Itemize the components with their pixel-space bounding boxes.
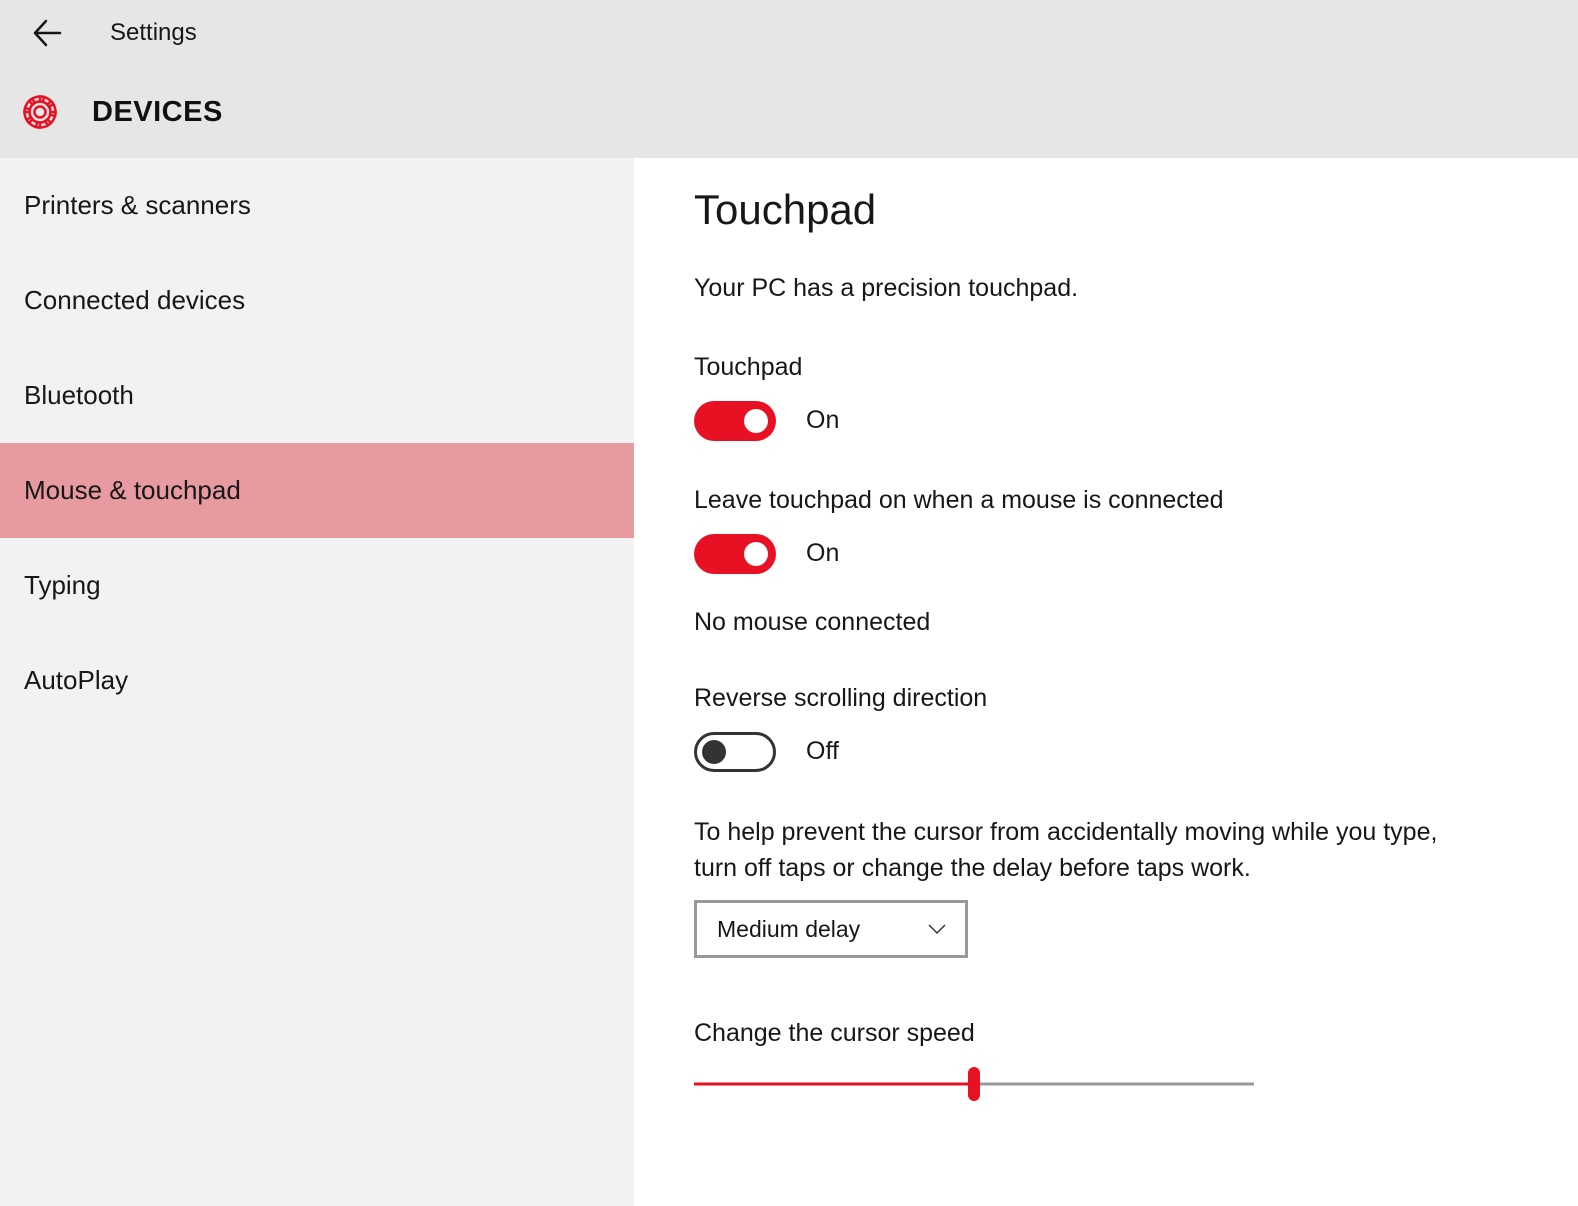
cursor-speed-slider[interactable]: [694, 1069, 1254, 1099]
touchpad-toggle[interactable]: [694, 401, 776, 441]
tap-delay-dropdown[interactable]: Medium delay: [694, 900, 968, 958]
slider-rest: [974, 1083, 1254, 1086]
sidebar-item-autoplay[interactable]: AutoPlay: [0, 633, 634, 728]
reverse-scroll-toggle-status: Off: [806, 737, 839, 766]
gear-icon: [18, 90, 62, 134]
app-title: Settings: [110, 19, 197, 47]
sidebar-item-printers[interactable]: Printers & scanners: [0, 158, 634, 253]
tap-delay-selected-value: Medium delay: [717, 916, 860, 943]
touchpad-toggle-label: Touchpad: [694, 350, 1438, 385]
touchpad-toggle-status: On: [806, 406, 839, 435]
reverse-scroll-label: Reverse scrolling direction: [694, 681, 1438, 716]
back-arrow-icon[interactable]: [30, 16, 64, 50]
slider-fill: [694, 1083, 974, 1086]
leave-on-toggle-row: On: [694, 534, 1438, 574]
slider-thumb[interactable]: [968, 1067, 980, 1101]
reverse-scroll-toggle-row: Off: [694, 732, 1438, 772]
mouse-status-text: No mouse connected: [694, 608, 1438, 637]
main-content: Touchpad Your PC has a precision touchpa…: [634, 158, 1578, 1206]
sidebar-item-label: Typing: [24, 570, 101, 601]
sidebar: Printers & scanners Connected devices Bl…: [0, 158, 634, 1206]
header-top-bar: Settings: [0, 0, 1578, 66]
cursor-speed-label: Change the cursor speed: [694, 1016, 1438, 1051]
sidebar-item-typing[interactable]: Typing: [0, 538, 634, 633]
leave-on-toggle-label: Leave touchpad on when a mouse is connec…: [694, 483, 1438, 518]
sidebar-item-label: Printers & scanners: [24, 190, 251, 221]
sidebar-item-label: Mouse & touchpad: [24, 475, 241, 506]
chevron-down-icon: [927, 923, 947, 935]
sidebar-item-connected-devices[interactable]: Connected devices: [0, 253, 634, 348]
sidebar-item-mouse-touchpad[interactable]: Mouse & touchpad: [0, 443, 634, 538]
toggle-knob: [702, 740, 726, 764]
leave-on-toggle-status: On: [806, 539, 839, 568]
tap-delay-help-text: To help prevent the cursor from accident…: [694, 814, 1438, 887]
toggle-knob: [744, 409, 768, 433]
sidebar-item-label: Bluetooth: [24, 380, 134, 411]
sidebar-item-bluetooth[interactable]: Bluetooth: [0, 348, 634, 443]
leave-on-toggle[interactable]: [694, 534, 776, 574]
settings-header: Settings DEVICES: [0, 0, 1578, 158]
page-subtitle: Your PC has a precision touchpad.: [694, 272, 1438, 306]
touchpad-toggle-row: On: [694, 401, 1438, 441]
page-title: Touchpad: [694, 186, 1438, 234]
sidebar-item-label: Connected devices: [24, 285, 245, 316]
category-title: DEVICES: [92, 96, 223, 129]
reverse-scroll-toggle[interactable]: [694, 732, 776, 772]
body: Printers & scanners Connected devices Bl…: [0, 158, 1578, 1206]
sidebar-item-label: AutoPlay: [24, 665, 128, 696]
header-category-bar: DEVICES: [0, 66, 1578, 158]
toggle-knob: [744, 542, 768, 566]
